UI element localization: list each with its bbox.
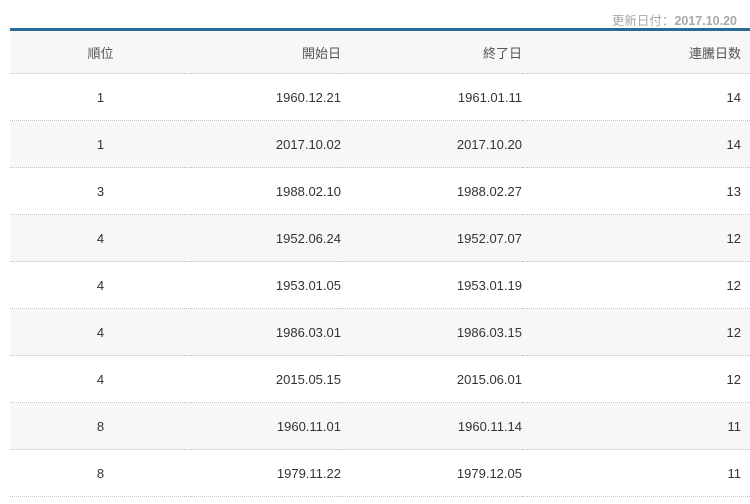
table-header-row: 順位 開始日 終了日 連騰日数	[10, 29, 750, 74]
cell-end-date: 1953.01.19	[341, 261, 522, 309]
cell-days: 13	[522, 167, 750, 215]
cell-days: 12	[522, 214, 750, 262]
update-date-value: 2017.10.20	[674, 14, 737, 28]
table-row: 4 2015.05.15 2015.06.01 12	[10, 355, 750, 403]
cell-days: 11	[522, 402, 750, 450]
cell-days: 14	[522, 73, 750, 121]
header-start-date: 開始日	[191, 29, 341, 74]
table-row: 4 1952.06.24 1952.07.07 12	[10, 214, 750, 262]
cell-rank: 3	[10, 167, 191, 215]
cell-end-date: 1988.02.27	[341, 167, 522, 215]
cell-start-date: 1986.03.01	[191, 308, 341, 356]
cell-start-date: 1960.12.21	[191, 73, 341, 121]
cell-rank: 4	[10, 308, 191, 356]
update-date-label: 更新日付：	[611, 14, 675, 28]
cell-start-date: 2017.10.02	[191, 120, 341, 168]
table-row: 1 1960.12.21 1961.01.11 14	[10, 73, 750, 121]
cell-end-date: 2015.06.01	[341, 355, 522, 403]
table-row: 4 1986.03.01 1986.03.15 12	[10, 308, 750, 356]
cell-start-date: 1953.01.05	[191, 261, 341, 309]
cell-rank: 8	[10, 449, 191, 497]
cell-rank: 4	[10, 355, 191, 403]
cell-end-date: 1986.03.15	[341, 308, 522, 356]
cell-start-date: 1952.06.24	[191, 214, 341, 262]
cell-days: 12	[522, 261, 750, 309]
cell-start-date: 1988.02.10	[191, 167, 341, 215]
cell-rank: 8	[10, 402, 191, 450]
cell-end-date: 1960.11.14	[341, 402, 522, 450]
cell-end-date: 1979.12.05	[341, 449, 522, 497]
cell-days: 14	[522, 120, 750, 168]
table-row: 3 1988.02.10 1988.02.27 13	[10, 167, 750, 215]
table-row: 8 1979.11.22 1979.12.05 11	[10, 449, 750, 497]
header-rank: 順位	[10, 29, 191, 74]
cell-end-date: 1952.07.07	[341, 214, 522, 262]
cell-start-date: 1979.11.22	[191, 449, 341, 497]
cell-rank: 4	[10, 261, 191, 309]
table-row: 4 1953.01.05 1953.01.19 12	[10, 261, 750, 309]
update-date-line: 更新日付：2017.10.20	[612, 10, 737, 29]
cell-days: 11	[522, 449, 750, 497]
cell-start-date: 1960.11.01	[191, 402, 341, 450]
header-consecutive-days: 連騰日数	[522, 29, 750, 74]
table-row: 8 1960.11.01 1960.11.14 11	[10, 402, 750, 450]
header-end-date: 終了日	[341, 29, 522, 74]
cell-rank: 1	[10, 120, 191, 168]
cell-rank: 4	[10, 214, 191, 262]
cell-days: 12	[522, 355, 750, 403]
table-row: 1 2017.10.02 2017.10.20 14	[10, 120, 750, 168]
cell-end-date: 1961.01.11	[341, 73, 522, 121]
ranking-table: 順位 開始日 終了日 連騰日数 1 1960.12.21 1961.01.11 …	[10, 28, 750, 497]
cell-rank: 1	[10, 73, 191, 121]
cell-end-date: 2017.10.20	[341, 120, 522, 168]
cell-days: 12	[522, 308, 750, 356]
cell-start-date: 2015.05.15	[191, 355, 341, 403]
